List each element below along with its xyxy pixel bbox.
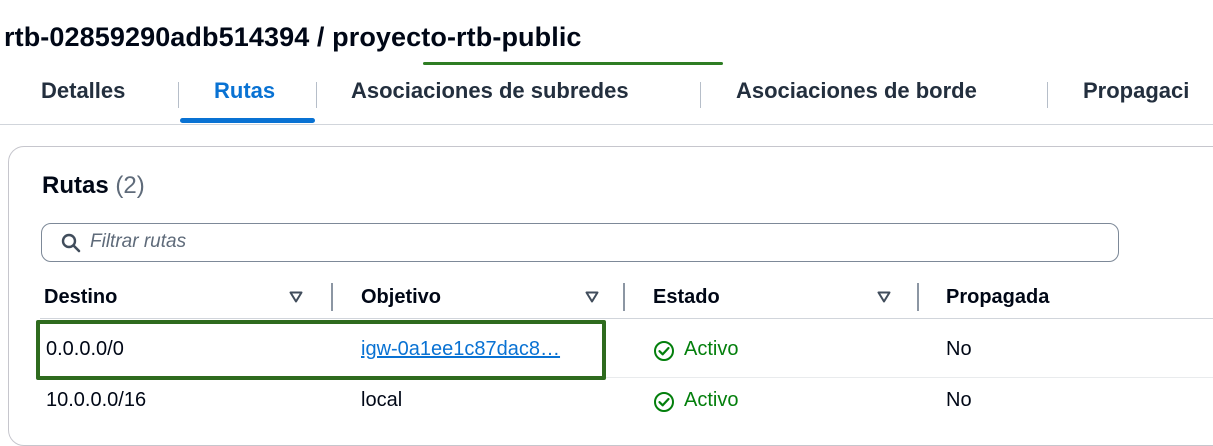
column-header-estado[interactable]: Estado [653, 286, 720, 309]
title-separator: / [316, 22, 325, 52]
tab-rutas[interactable]: Rutas [214, 78, 275, 104]
routes-title: Rutas [42, 172, 109, 199]
column-resizer[interactable] [917, 283, 919, 311]
routes-header: Rutas (2) [42, 172, 145, 200]
tab-propagacion[interactable]: Propagaci [1083, 78, 1189, 104]
cell-destino: 10.0.0.0/16 [46, 389, 147, 411]
routes-count: (2) [115, 172, 145, 199]
tab-divider [1047, 82, 1048, 108]
cell-propagada: No [946, 338, 972, 360]
annotation-highlight-box [36, 320, 606, 380]
status-check-icon [654, 341, 674, 361]
sort-icon[interactable] [585, 291, 599, 303]
status-text: Activo [684, 338, 739, 360]
column-header-objetivo[interactable]: Objetivo [361, 286, 441, 309]
cell-propagada: No [946, 389, 972, 411]
search-box[interactable] [41, 223, 1119, 262]
active-tab-indicator [180, 118, 315, 123]
page-title: rtb-02859290adb514394 / proyecto-rtb-pub… [4, 22, 582, 53]
tab-asociaciones-subredes[interactable]: Asociaciones de subredes [351, 78, 629, 104]
route-table-id: rtb-02859290adb514394 [4, 22, 310, 52]
tab-divider [316, 82, 317, 108]
sort-icon[interactable] [877, 291, 891, 303]
column-header-destino[interactable]: Destino [44, 286, 117, 309]
tab-detalles[interactable]: Detalles [41, 78, 125, 104]
cell-objetivo: local [361, 389, 403, 411]
tab-asociaciones-borde[interactable]: Asociaciones de borde [736, 78, 977, 104]
search-input[interactable] [90, 230, 990, 254]
sort-icon[interactable] [289, 291, 303, 303]
column-resizer[interactable] [331, 283, 333, 311]
status-check-icon [654, 392, 674, 412]
tabs-divider [0, 124, 1213, 125]
name-highlight-underline [423, 62, 723, 65]
table-header-divider [40, 318, 1213, 319]
column-header-propagada[interactable]: Propagada [946, 286, 1049, 309]
tab-divider [178, 82, 179, 108]
column-resizer[interactable] [623, 283, 625, 311]
tab-divider [700, 82, 701, 108]
status-text: Activo [684, 389, 739, 411]
route-table-name: proyecto-rtb-public [332, 22, 582, 52]
search-icon [61, 233, 81, 253]
